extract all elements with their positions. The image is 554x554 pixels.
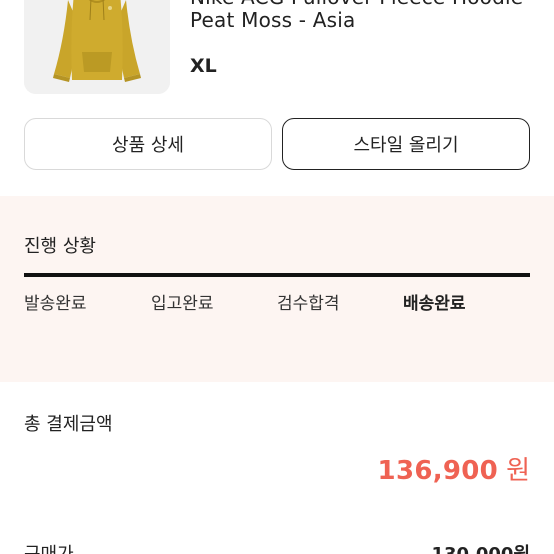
purchase-price-label: 구매가 bbox=[24, 540, 74, 554]
total-amount-value: 136,900 bbox=[377, 456, 499, 486]
step-received: 입고완료 bbox=[151, 294, 214, 314]
purchase-price-row: 구매가 130,000원 bbox=[0, 536, 554, 554]
purchase-price-value: 130,000원 bbox=[431, 540, 530, 554]
step-shipped: 발송완료 bbox=[24, 294, 87, 314]
product-size: XL bbox=[190, 55, 217, 77]
progress-bar bbox=[24, 273, 530, 277]
total-payment-amount: 136,900 원 bbox=[378, 450, 530, 487]
progress-title: 진행 상황 bbox=[24, 236, 96, 257]
product-image[interactable] bbox=[24, 0, 170, 94]
product-summary: Nike ACG Pullover Fleece Hoodie Peat Mos… bbox=[0, 0, 554, 108]
hoodie-image bbox=[24, 0, 170, 94]
step-inspection-passed: 검수합격 bbox=[277, 294, 340, 314]
product-title-line2: Peat Moss - Asia bbox=[190, 8, 356, 32]
upload-style-button[interactable]: 스타일 올리기 bbox=[282, 118, 530, 170]
total-payment-label: 총 결제금액 bbox=[24, 414, 113, 435]
total-amount-currency: 원 bbox=[506, 456, 530, 486]
product-detail-button[interactable]: 상품 상세 bbox=[24, 118, 272, 170]
step-delivered: 배송완료 bbox=[403, 294, 466, 314]
progress-section: 진행 상황 발송완료 입고완료 검수합격 배송완료 bbox=[0, 196, 554, 382]
